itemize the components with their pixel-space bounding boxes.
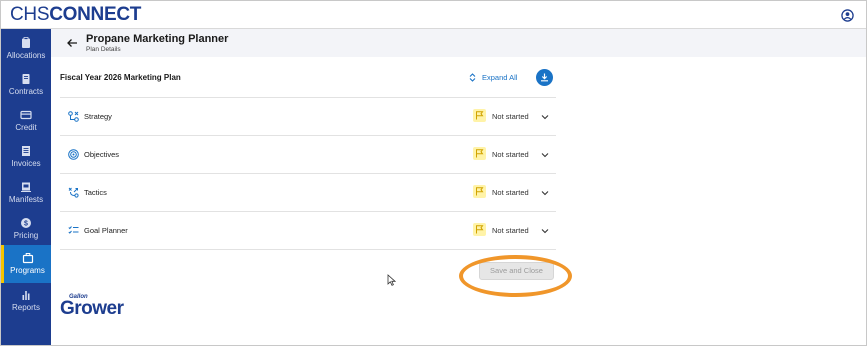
sidebar: Allocations Contracts Credit Invoices Ma… (1, 29, 51, 345)
sidebar-item-programs[interactable]: Programs (1, 245, 51, 283)
chevron-down-icon[interactable] (541, 114, 549, 120)
user-account-icon[interactable] (841, 9, 854, 22)
chevron-down-icon[interactable] (541, 228, 549, 234)
sidebar-item-label: Allocations (6, 51, 46, 60)
divider (60, 249, 556, 250)
status-flag-icon (473, 147, 486, 160)
section-label: Strategy (84, 112, 112, 121)
section-row-goal-planner[interactable]: Goal Planner Not started (60, 212, 556, 249)
page-header: Propane Marketing Planner Plan Details (51, 29, 866, 57)
sidebar-item-invoices[interactable]: Invoices (1, 141, 51, 175)
status-badge: Not started (492, 188, 529, 197)
status-flag-icon (473, 223, 486, 236)
section-label: Objectives (84, 150, 120, 159)
sidebar-item-label: Contracts (8, 87, 44, 96)
page-title: Propane Marketing Planner (86, 33, 229, 45)
mouse-cursor-icon (387, 274, 396, 286)
section-row-objectives[interactable]: Objectives Not started (60, 136, 556, 173)
top-bar: CHSCONNECT (1, 1, 866, 29)
sidebar-item-label: Invoices (11, 159, 41, 168)
dollar-icon: $ (21, 218, 31, 228)
page-subtitle: Plan Details (86, 46, 121, 53)
logo-prefix: CHS (10, 4, 50, 25)
sidebar-item-contracts[interactable]: Contracts (1, 69, 51, 103)
document-icon (22, 74, 30, 84)
save-and-close-button[interactable]: Save and Close (479, 262, 554, 280)
section-row-strategy[interactable]: Strategy Not started (60, 98, 556, 135)
brand-logo-big: Grower (60, 298, 124, 319)
expand-all-button[interactable]: Expand All (469, 73, 517, 82)
download-icon (541, 73, 548, 82)
clipboard-icon (22, 37, 30, 48)
sidebar-item-label: Pricing (13, 231, 39, 240)
plan-title: Fiscal Year 2026 Marketing Plan (60, 73, 181, 82)
sidebar-item-label: Programs (10, 266, 45, 275)
invoice-icon (22, 146, 30, 156)
section-label: Tactics (84, 188, 107, 197)
target-icon (68, 149, 79, 160)
logo-suffix: CONNECT (49, 4, 142, 25)
sidebar-item-label: Credit (15, 123, 37, 132)
status-badge: Not started (492, 112, 529, 121)
sidebar-item-pricing[interactable]: $ Pricing (1, 213, 51, 247)
section-row-tactics[interactable]: Tactics Not started (60, 174, 556, 211)
section-label: Goal Planner (84, 226, 128, 235)
expand-collapse-icon (469, 73, 476, 82)
bar-chart-icon (22, 291, 30, 300)
download-button[interactable] (536, 69, 553, 86)
sidebar-item-allocations[interactable]: Allocations (1, 33, 51, 67)
sidebar-item-label: Reports (11, 303, 40, 312)
sidebar-item-reports[interactable]: Reports (1, 285, 51, 319)
tactics-icon (68, 187, 79, 198)
credit-card-icon (20, 110, 32, 120)
status-flag-icon (473, 109, 486, 122)
status-flag-icon (473, 185, 486, 198)
expand-all-label: Expand All (482, 73, 518, 82)
sidebar-item-credit[interactable]: Credit (1, 105, 51, 139)
svg-text:$: $ (24, 221, 28, 228)
gallon-grower-logo: Gallon Grower (60, 294, 124, 319)
strategy-icon (68, 111, 79, 122)
sidebar-item-manifests[interactable]: Manifests (1, 177, 51, 211)
status-badge: Not started (492, 150, 529, 159)
chevron-down-icon[interactable] (541, 152, 549, 158)
checklist-icon (68, 226, 79, 234)
sidebar-item-label: Manifests (8, 195, 44, 204)
manifest-icon (21, 182, 31, 192)
chevron-down-icon[interactable] (541, 190, 549, 196)
status-badge: Not started (492, 226, 529, 235)
app-logo[interactable]: CHSCONNECT (10, 5, 141, 25)
briefcase-icon (22, 253, 33, 264)
back-arrow-icon[interactable] (66, 38, 78, 48)
